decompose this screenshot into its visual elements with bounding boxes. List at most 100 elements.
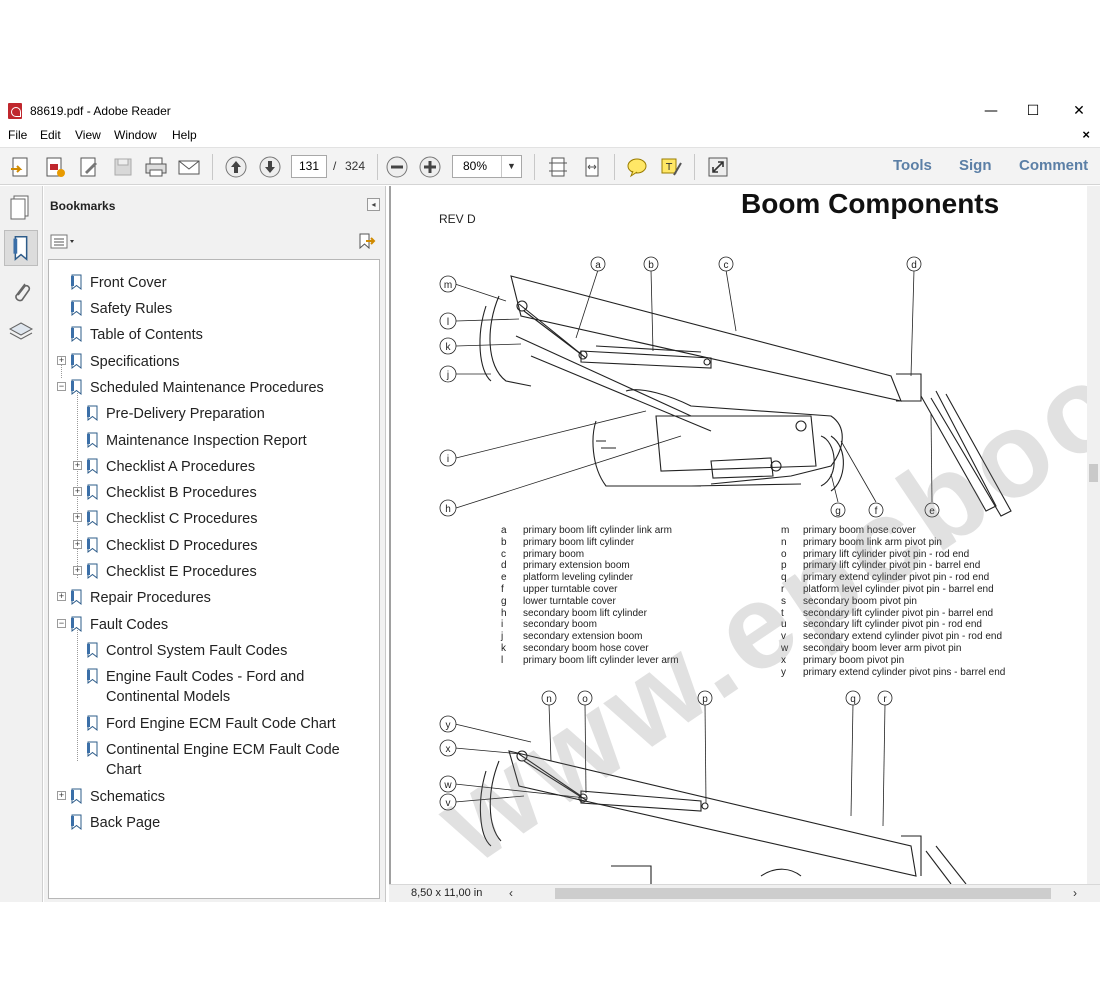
bookmark-label: Safety Rules xyxy=(90,301,173,317)
expand-toggle-checklist-c[interactable]: + xyxy=(73,513,82,522)
scroll-left-icon[interactable]: ‹ xyxy=(509,886,513,900)
legend-key: r xyxy=(781,583,785,595)
previous-page-icon[interactable] xyxy=(223,155,249,179)
bookmark-label: Engine Fault Codes - Ford and xyxy=(106,669,305,685)
legend-key: c xyxy=(501,548,506,560)
zoom-select[interactable]: 80% ▼ xyxy=(452,155,522,178)
page-thumbnails-icon[interactable] xyxy=(4,190,38,226)
email-icon[interactable] xyxy=(176,155,202,179)
bookmark-label: Checklist B Procedures xyxy=(106,485,257,501)
legend-row: y primary extend cylinder pivot pins - ba… xyxy=(781,667,1005,679)
legend-row: q primary extend cylinder pivot pin - rod… xyxy=(781,572,1005,584)
bookmark-options-icon[interactable] xyxy=(50,234,78,250)
print-icon[interactable] xyxy=(143,155,169,179)
bookmarks-panel-icon[interactable] xyxy=(4,230,38,266)
expand-bookmark-icon[interactable] xyxy=(356,232,376,250)
edit-pdf-icon[interactable] xyxy=(76,155,102,179)
bookmark-checklist-d[interactable]: Checklist D Procedures xyxy=(87,536,258,556)
export-pdf-icon[interactable] xyxy=(42,155,68,179)
bookmark-checklist-a[interactable]: Checklist A Procedures xyxy=(87,457,255,477)
bookmark-back-page[interactable]: Back Page xyxy=(71,813,161,833)
page-number-input[interactable]: 131 xyxy=(291,155,327,178)
expand-toggle-checklist-e[interactable]: + xyxy=(73,566,82,575)
bookmark-maintenance-inspection-report[interactable]: Maintenance Inspection Report xyxy=(87,431,307,451)
highlight-text-icon[interactable]: T xyxy=(658,155,684,179)
legend-key: k xyxy=(501,642,506,654)
expand-toggle-specifications[interactable]: + xyxy=(57,356,66,365)
bookmark-label: Back Page xyxy=(90,815,161,831)
bookmark-pre-delivery[interactable]: Pre-Delivery Preparation xyxy=(87,404,265,424)
document-view[interactable]: Boom Components REV D a b c d m l k j i … xyxy=(389,186,1100,902)
legend-row: o primary lift cylinder pivot pin - rod e… xyxy=(781,549,1005,561)
bookmark-checklist-c[interactable]: Checklist C Procedures xyxy=(87,509,258,529)
bookmark-label-line2: Continental Models xyxy=(106,689,231,705)
bookmark-front-cover[interactable]: Front Cover xyxy=(71,273,167,293)
bookmark-safety-rules[interactable]: Safety Rules xyxy=(71,299,173,319)
legend-row: m primary boom hose cover xyxy=(781,525,1005,537)
bookmark-checklist-e[interactable]: Checklist E Procedures xyxy=(87,562,257,582)
legend-text: upper turntable cover xyxy=(523,583,618,595)
close-window-button[interactable]: ✕ xyxy=(1064,101,1094,121)
bookmark-schematics[interactable]: Schematics xyxy=(71,787,165,807)
expand-toggle-schematics[interactable]: + xyxy=(57,791,66,800)
menu-window[interactable]: Window xyxy=(114,128,157,142)
legend-text: secondary extension boom xyxy=(523,631,643,643)
vertical-scrollbar[interactable] xyxy=(1087,186,1100,884)
fit-width-icon[interactable] xyxy=(579,155,605,179)
menu-file[interactable]: File xyxy=(8,128,27,142)
bookmark-label: Pre-Delivery Preparation xyxy=(106,406,265,422)
expand-toggle-checklist-b[interactable]: + xyxy=(73,487,82,496)
legend-key: g xyxy=(501,595,507,607)
bookmark-engine-fault-codes[interactable]: Engine Fault Codes - Ford and Continenta… xyxy=(87,667,305,707)
bookmark-continental-ecm-fault-code-chart[interactable]: Continental Engine ECM Fault Code Chart xyxy=(87,740,340,780)
maximize-button[interactable]: ☐ xyxy=(1018,101,1048,121)
bookmark-icon xyxy=(71,300,82,317)
horizontal-scroll-thumb[interactable] xyxy=(555,888,1051,899)
legend-key: t xyxy=(781,607,784,619)
menu-view[interactable]: View xyxy=(75,128,101,142)
legend-text: primary boom lift cylinder xyxy=(523,536,635,548)
tools-pane-link[interactable]: Tools xyxy=(893,157,932,174)
bookmark-scheduled-maintenance[interactable]: Scheduled Maintenance Procedures xyxy=(71,378,324,398)
legend-text: secondary boom lever arm pivot pin xyxy=(803,642,962,654)
bookmark-icon xyxy=(87,563,98,580)
sign-pane-link[interactable]: Sign xyxy=(959,157,992,174)
layers-icon[interactable] xyxy=(4,314,38,350)
next-page-icon[interactable] xyxy=(257,155,283,179)
legend-text: primary boom pivot pin xyxy=(803,654,905,666)
bookmark-repair-procedures[interactable]: Repair Procedures xyxy=(71,588,211,608)
legend-key: d xyxy=(501,560,507,572)
legend-text: primary boom lift cylinder lever arm xyxy=(523,654,679,666)
bookmark-table-of-contents[interactable]: Table of Contents xyxy=(71,325,203,345)
zoom-in-icon[interactable] xyxy=(417,155,443,179)
bookmark-control-system-fault-codes[interactable]: Control System Fault Codes xyxy=(87,641,287,661)
collapse-toggle-scheduled-maintenance[interactable]: − xyxy=(57,382,66,391)
zoom-dropdown-arrow-icon[interactable]: ▼ xyxy=(501,156,521,177)
menu-edit[interactable]: Edit xyxy=(40,128,61,142)
bookmark-specifications[interactable]: Specifications xyxy=(71,352,179,372)
menu-help[interactable]: Help xyxy=(172,128,197,142)
callout-n: n xyxy=(546,694,552,705)
expand-toggle-checklist-a[interactable]: + xyxy=(73,461,82,470)
expand-view-icon[interactable] xyxy=(705,155,731,179)
bookmark-ford-ecm-fault-code-chart[interactable]: Ford Engine ECM Fault Code Chart xyxy=(87,714,336,734)
zoom-out-icon[interactable] xyxy=(384,155,410,179)
comment-pane-link[interactable]: Comment xyxy=(1019,157,1088,174)
expand-toggle-repair-procedures[interactable]: + xyxy=(57,592,66,601)
collapse-panel-icon[interactable]: ◂ xyxy=(367,198,380,211)
svg-text:T: T xyxy=(665,162,673,173)
close-document-button[interactable]: × xyxy=(1082,127,1090,142)
vertical-scroll-thumb[interactable] xyxy=(1089,464,1098,482)
scroll-right-icon[interactable]: › xyxy=(1073,886,1077,900)
expand-toggle-checklist-d[interactable]: + xyxy=(73,540,82,549)
attachments-icon[interactable] xyxy=(4,274,38,310)
collapse-toggle-fault-codes[interactable]: − xyxy=(57,619,66,628)
pdf-page: Boom Components REV D a b c d m l k j i … xyxy=(391,186,1087,884)
bookmark-fault-codes[interactable]: Fault Codes xyxy=(71,615,168,635)
bookmark-checklist-b[interactable]: Checklist B Procedures xyxy=(87,483,257,503)
fit-page-icon[interactable] xyxy=(545,155,571,179)
sticky-note-icon[interactable] xyxy=(624,155,650,179)
minimize-button[interactable]: — xyxy=(976,101,1006,121)
save-icon[interactable] xyxy=(110,155,136,179)
create-pdf-icon[interactable] xyxy=(8,155,34,179)
